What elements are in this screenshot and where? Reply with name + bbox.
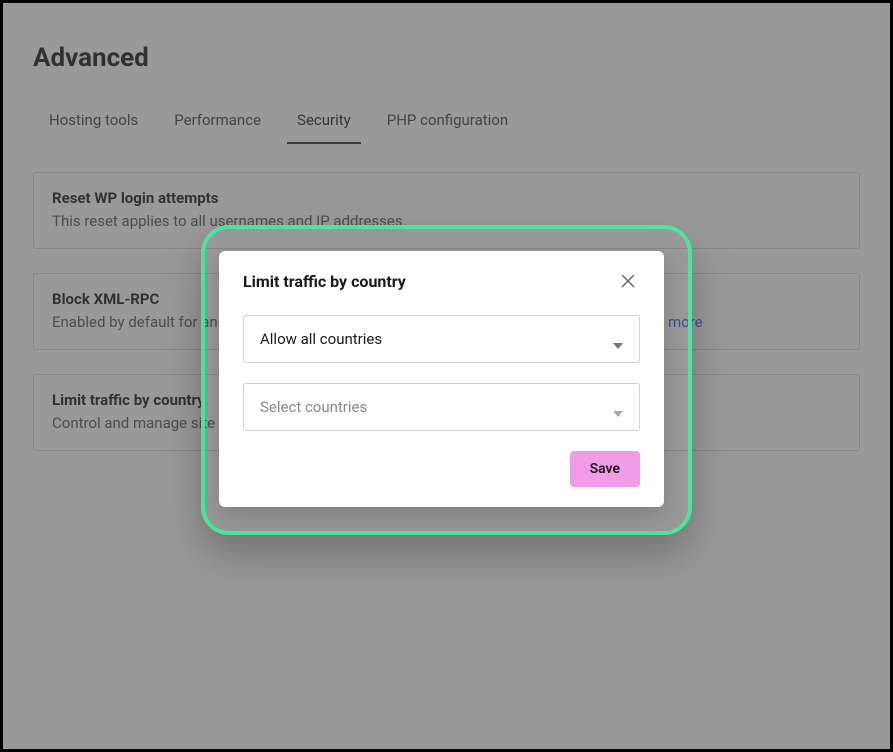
allow-mode-select[interactable]: Allow all countries <box>243 315 640 363</box>
modal-overlay[interactable]: Limit traffic by country Allow all count… <box>3 3 890 749</box>
chevron-down-icon <box>613 334 623 344</box>
countries-select[interactable]: Select countries <box>243 383 640 431</box>
close-icon <box>620 273 636 289</box>
chevron-down-icon <box>613 402 623 412</box>
close-button[interactable] <box>616 269 640 293</box>
modal-header: Limit traffic by country <box>243 269 640 293</box>
save-button[interactable]: Save <box>570 451 640 487</box>
modal-footer: Save <box>243 451 640 487</box>
select-placeholder: Select countries <box>260 398 367 416</box>
highlight-ring: Limit traffic by country Allow all count… <box>201 225 692 535</box>
limit-traffic-modal: Limit traffic by country Allow all count… <box>219 251 664 507</box>
select-value: Allow all countries <box>260 330 382 348</box>
modal-title: Limit traffic by country <box>243 272 406 291</box>
